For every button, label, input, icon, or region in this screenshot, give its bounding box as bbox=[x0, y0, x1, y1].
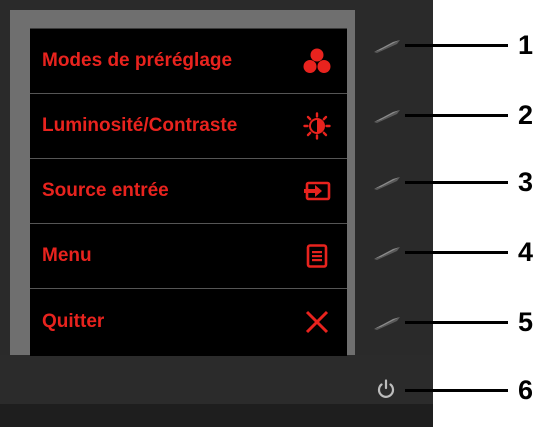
front-button-4[interactable] bbox=[373, 246, 401, 260]
osd-item-brightness-contrast[interactable]: Luminosité/Contraste bbox=[30, 94, 347, 159]
close-icon bbox=[303, 308, 331, 336]
callout-number-1: 1 bbox=[518, 30, 534, 60]
front-button-1[interactable] bbox=[373, 39, 401, 53]
callout-number-2: 2 bbox=[518, 100, 534, 130]
front-button-3[interactable] bbox=[373, 176, 401, 190]
menu-list-icon bbox=[303, 242, 331, 270]
front-button-5[interactable] bbox=[373, 316, 401, 330]
callout-line-5 bbox=[405, 321, 508, 324]
callout-number-3: 3 bbox=[518, 167, 534, 197]
callout-number-5: 5 bbox=[518, 307, 534, 337]
osd-item-label: Luminosité/Contraste bbox=[42, 115, 238, 136]
osd-item-label: Source entrée bbox=[42, 180, 169, 201]
osd-item-label: Modes de préréglage bbox=[42, 50, 233, 71]
osd-item-label: Menu bbox=[42, 245, 92, 266]
brightness-icon bbox=[303, 112, 331, 140]
callout-line-2 bbox=[405, 114, 508, 117]
power-icon[interactable] bbox=[375, 378, 397, 400]
callout-line-3 bbox=[405, 181, 508, 184]
callout-line-1 bbox=[405, 44, 508, 47]
color-dots-icon bbox=[303, 47, 331, 75]
input-source-icon bbox=[303, 177, 331, 205]
osd-menu: Modes de préréglage Luminosité/Contraste bbox=[30, 28, 347, 356]
osd-item-input-source[interactable]: Source entrée bbox=[30, 159, 347, 224]
callout-line-4 bbox=[405, 251, 508, 254]
callout-number-6: 6 bbox=[518, 375, 534, 405]
osd-item-menu[interactable]: Menu bbox=[30, 224, 347, 289]
callout-line-6 bbox=[405, 389, 508, 392]
osd-item-preset-modes[interactable]: Modes de préréglage bbox=[30, 29, 347, 94]
monitor-base-strip bbox=[0, 404, 433, 427]
callout-number-4: 4 bbox=[518, 237, 534, 267]
front-button-2[interactable] bbox=[373, 109, 401, 123]
osd-item-exit[interactable]: Quitter bbox=[30, 289, 347, 354]
osd-item-label: Quitter bbox=[42, 310, 105, 332]
